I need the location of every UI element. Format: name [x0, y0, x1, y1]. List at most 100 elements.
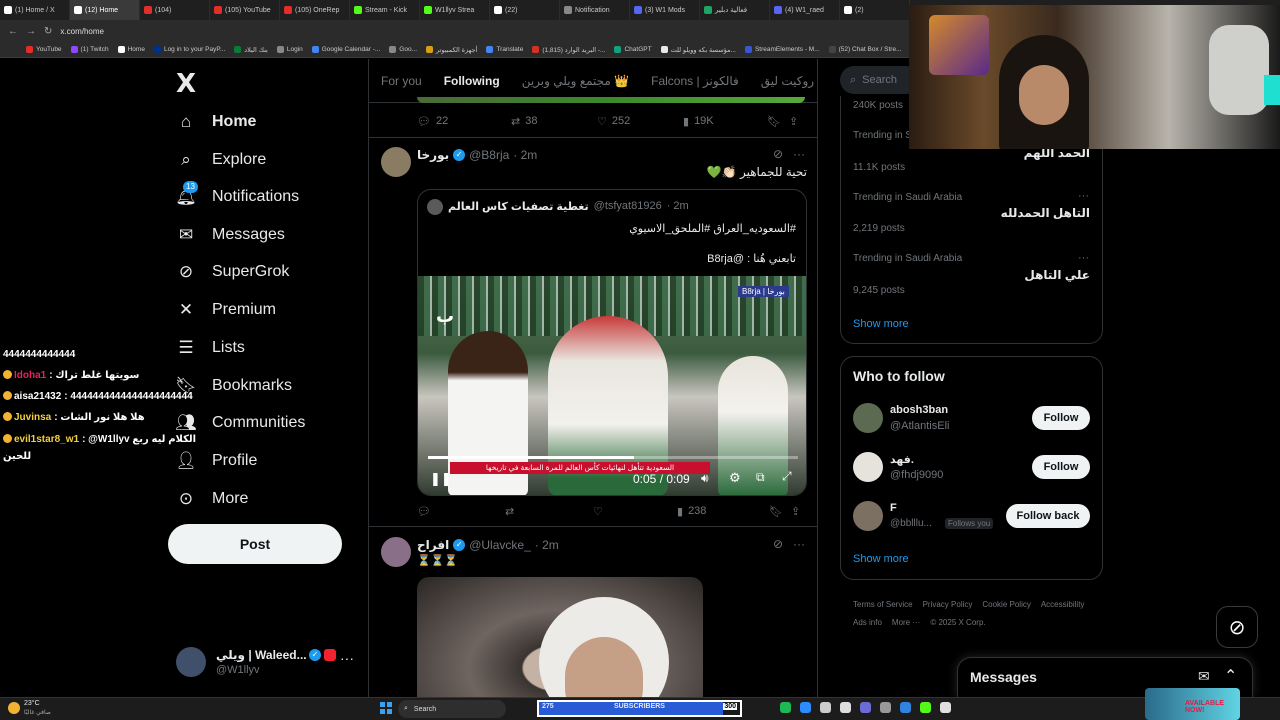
bookmark-link[interactable]: ChatGPT: [614, 46, 652, 53]
browser-tab[interactable]: (4) W1_raed: [770, 0, 840, 20]
url-field[interactable]: x.com/home: [60, 27, 104, 36]
post-handle[interactable]: @Ulavcke_: [469, 538, 531, 552]
x-logo[interactable]: X: [176, 69, 196, 99]
taskbar-app-icon[interactable]: [840, 702, 851, 713]
taskbar-app-icon[interactable]: [780, 702, 791, 713]
browser-tab[interactable]: (104): [140, 0, 210, 20]
settings-gear-icon[interactable]: ⚙: [729, 470, 741, 486]
browser-tab[interactable]: (105) OneRep: [280, 0, 350, 20]
bookmark-link[interactable]: Home: [117, 46, 145, 53]
bookmark-link[interactable]: (52) Chat Box / Stre...: [828, 46, 901, 53]
browser-tab[interactable]: W1llyv Strea: [420, 0, 490, 20]
more-dots-icon[interactable]: ···: [1078, 190, 1089, 202]
timeline-tab[interactable]: Following: [443, 74, 500, 102]
browser-tab[interactable]: Stream - Kick: [350, 0, 420, 20]
browser-tab[interactable]: (22): [490, 0, 560, 20]
new-message-icon[interactable]: ✉: [1198, 668, 1210, 685]
browser-tab[interactable]: (12) Home: [70, 0, 140, 20]
post-author[interactable]: بورخا: [417, 148, 449, 162]
bookmark-link[interactable]: Log in to your PayP...: [153, 46, 225, 53]
more-dots-icon[interactable]: ···: [793, 537, 805, 551]
post-button[interactable]: Post: [168, 524, 342, 564]
follow-button[interactable]: Follow: [1032, 406, 1090, 430]
video-player[interactable]: ب B8rja | بورخا السعودية تتأهل لنهائيات …: [418, 276, 806, 495]
search-box[interactable]: ⌕ Search: [840, 66, 920, 94]
timeline-tab[interactable]: مجتمع ويلي وبرين 👑: [522, 74, 629, 88]
sidebar-item-bookmarks[interactable]: 🔖︎ Bookmarks: [175, 376, 292, 396]
pause-icon[interactable]: ❚❚: [430, 471, 452, 487]
bookmark-button[interactable]: 🔖︎: [769, 505, 791, 518]
bookmark-link[interactable]: بنك البلاد: [234, 46, 268, 54]
post-handle[interactable]: @B8rja: [469, 148, 509, 162]
footer-link[interactable]: Terms of Service: [853, 596, 913, 614]
weather-icon[interactable]: [8, 702, 20, 714]
browser-tab[interactable]: فعالية دبلير: [700, 0, 770, 20]
sidebar-item-notifications[interactable]: 🔔︎ 13 Notifications: [175, 181, 299, 207]
bookmark-link[interactable]: مؤسسة بكه وويلو للت...: [660, 46, 736, 54]
share-button[interactable]: ⇪: [791, 505, 800, 518]
repost-button[interactable]: ⇄: [505, 505, 593, 518]
sidebar-item-messages[interactable]: ✉ Messages: [176, 225, 285, 245]
footer-link[interactable]: Ads info: [853, 614, 882, 632]
reload-icon[interactable]: ↻: [44, 26, 52, 37]
bookmark-link[interactable]: (1) Twitch: [70, 46, 109, 53]
fullscreen-icon[interactable]: ⤢: [782, 469, 792, 484]
timeline-tab[interactable]: For you: [381, 74, 422, 88]
like-button[interactable]: ♡ 252: [597, 115, 683, 128]
bookmark-button[interactable]: 🔖︎: [767, 115, 789, 128]
grok-floating-button[interactable]: ⊘: [1216, 606, 1258, 648]
sidebar-item-premium[interactable]: ✕ Premium: [176, 300, 276, 320]
more-dots-icon[interactable]: ···: [1078, 252, 1089, 264]
post-media[interactable]: [417, 577, 703, 697]
sidebar-item-communities[interactable]: 👥︎ Communities: [175, 413, 305, 433]
post-time[interactable]: · 2m: [513, 148, 537, 162]
repost-button[interactable]: ⇄ 38: [511, 115, 597, 128]
browser-tab[interactable]: Notification: [560, 0, 630, 20]
more-dots-icon[interactable]: ···: [793, 147, 805, 161]
browser-tab[interactable]: (1) Home / X: [0, 0, 70, 20]
timeline-tab[interactable]: Falcons | فالكونز: [651, 74, 739, 88]
taskbar-app-icon[interactable]: [920, 702, 931, 713]
browser-tab[interactable]: (3) W1 Mods: [630, 0, 700, 20]
footer-link[interactable]: © 2025 X Corp.: [930, 614, 985, 632]
sidebar-item-home[interactable]: ⌂ Home: [176, 112, 257, 132]
taskbar-app-icon[interactable]: [900, 702, 911, 713]
picture-in-picture-icon[interactable]: ⧉: [756, 470, 765, 485]
trends-show-more-link[interactable]: Show more: [853, 318, 909, 330]
share-button[interactable]: ⇪: [789, 115, 798, 128]
grok-icon[interactable]: ⊘: [773, 537, 783, 551]
footer-link[interactable]: More ···: [892, 614, 920, 632]
forward-icon[interactable]: →: [26, 26, 36, 37]
quoted-post[interactable]: تغطية تصفيات كاس العالم @tsfyat81926 · 2…: [417, 189, 807, 496]
bookmark-link[interactable]: Translate: [486, 46, 523, 53]
sidebar-item-explore[interactable]: ⌕ Explore: [176, 150, 266, 170]
taskbar-app-icon[interactable]: [800, 702, 811, 713]
follow-button[interactable]: Follow: [1032, 455, 1090, 479]
bookmark-link[interactable]: (1,815) البريد الوارد -...: [532, 46, 605, 54]
post-author[interactable]: افراح: [417, 538, 449, 552]
back-icon[interactable]: ←: [8, 26, 18, 37]
taskbar-app-icon[interactable]: [820, 702, 831, 713]
views-button[interactable]: ▮ 238: [677, 505, 769, 518]
bookmark-link[interactable]: Goo...: [389, 46, 417, 53]
chevron-up-icon[interactable]: ⌃: [1224, 666, 1237, 686]
bookmark-link[interactable]: أجهزة الكمبيوتر: [426, 46, 477, 54]
taskbar-app-icon[interactable]: [860, 702, 871, 713]
like-button[interactable]: ♡: [593, 505, 677, 518]
sidebar-item-lists[interactable]: ☰ Lists: [176, 338, 245, 358]
sidebar-item-more[interactable]: ⊙ More: [176, 489, 249, 509]
bookmark-link[interactable]: StreamElements - M...: [744, 46, 820, 53]
bookmark-link[interactable]: Google Calendar -...: [311, 46, 380, 53]
views-button[interactable]: ▮ 19K: [683, 115, 767, 128]
sidebar-item-supergrok[interactable]: ⊘ SuperGrok: [176, 262, 290, 282]
browser-tab[interactable]: (105) YouTube: [210, 0, 280, 20]
account-switcher[interactable]: ويلي | Waleed... ✓ @W1llyv ···: [176, 647, 356, 679]
timeline-tab[interactable]: روكيت ليق | RL: [761, 74, 817, 88]
reply-button[interactable]: 💬︎ 22: [417, 115, 511, 128]
follow-show-more-link[interactable]: Show more: [853, 553, 909, 565]
windows-start-icon[interactable]: [380, 702, 392, 714]
reply-button[interactable]: 💬︎: [417, 505, 505, 518]
taskbar-app-icon[interactable]: [880, 702, 891, 713]
post-time[interactable]: · 2m: [535, 538, 559, 552]
grok-icon[interactable]: ⊘: [773, 147, 783, 161]
